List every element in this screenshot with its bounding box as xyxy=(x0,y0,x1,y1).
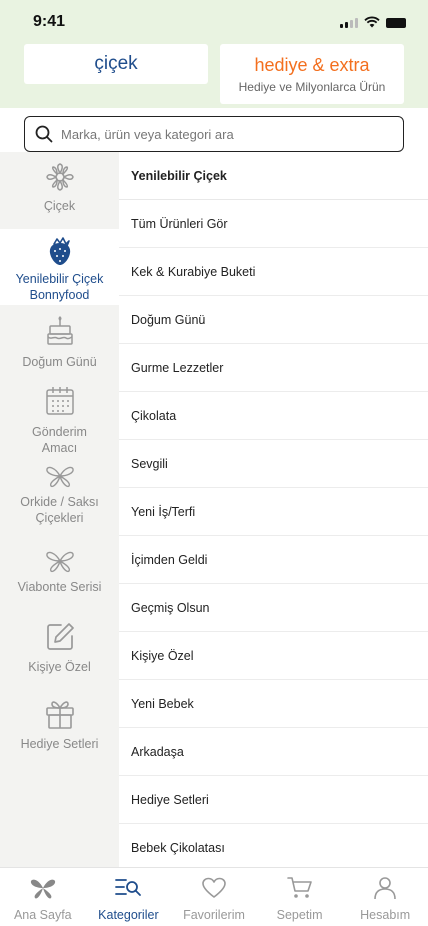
rail-item-label: Hediye Setleri xyxy=(20,737,99,751)
rail-item-viabonte-serisi[interactable]: Viabonte Serisi xyxy=(0,548,119,600)
list-item[interactable]: Tüm Ürünleri Gör xyxy=(119,200,428,248)
list-item[interactable]: Bebek Çikolatası xyxy=(119,824,428,867)
calendar-icon xyxy=(45,387,74,415)
nav-hesabim[interactable]: Hesabım xyxy=(342,868,428,926)
rail-item-orkide-saksi[interactable]: Orkide / Saksı Çiçekleri xyxy=(0,463,119,531)
list-item[interactable]: Kişiye Özel xyxy=(119,632,428,680)
list-item[interactable]: Kek & Kurabiye Buketi xyxy=(119,248,428,296)
nav-label: Hesabım xyxy=(360,908,411,922)
rail-item-label: Doğum Günü xyxy=(22,355,97,369)
heart-icon xyxy=(202,877,226,898)
top-tabs: çiçek hediye & extra Hediye ve Milyonlar… xyxy=(0,44,428,108)
rail-item-yenilebilir-cicek[interactable]: Yenilebilir Çiçek Bonnyfood xyxy=(0,229,119,305)
home-flower-icon xyxy=(30,879,55,899)
status-bar: 9:41 xyxy=(0,0,428,44)
nav-label: Sepetim xyxy=(276,908,323,922)
list-item[interactable]: Hediye Setleri xyxy=(119,776,428,824)
category-rail: Çiçek Yenilebilir Çiçek Bonnyfood Doğum … xyxy=(0,152,119,867)
orchid-icon xyxy=(45,466,74,488)
search-bar xyxy=(0,108,428,152)
rail-item-label: Yenilebilir Çiçek Bonnyfood xyxy=(15,272,104,302)
rail-item-kisiye-ozel[interactable]: Kişiye Özel xyxy=(0,622,119,678)
status-time: 9:41 xyxy=(33,13,66,30)
tab-hediye-extra[interactable]: hediye & extra Hediye ve Milyonlarca Ürü… xyxy=(220,44,404,104)
gift-icon xyxy=(45,701,74,729)
butterfly-icon xyxy=(45,551,74,573)
rail-item-label: Gönderim Amacı xyxy=(32,425,87,455)
rail-item-cicek[interactable]: Çiçek xyxy=(0,162,119,228)
nav-sepetim[interactable]: Sepetim xyxy=(257,868,343,926)
search-icon xyxy=(35,125,53,143)
subcategory-list: Yenilebilir Çiçek Tüm Ürünleri Gör Kek &… xyxy=(119,152,428,867)
rail-item-label: Kişiye Özel xyxy=(28,660,91,674)
edit-icon xyxy=(46,623,74,650)
bottom-nav: Ana Sayfa Kategoriler Favorilerim Sepeti… xyxy=(0,867,428,926)
nav-favorilerim[interactable]: Favorilerim xyxy=(171,868,257,926)
tab-cicek[interactable]: çiçek xyxy=(24,44,208,84)
list-item[interactable]: Geçmiş Olsun xyxy=(119,584,428,632)
wifi-icon xyxy=(364,16,380,28)
cart-icon xyxy=(286,877,312,898)
nav-ana-sayfa[interactable]: Ana Sayfa xyxy=(0,868,86,926)
rail-item-label: Orkide / Saksı Çiçekleri xyxy=(20,495,99,525)
tab-hediye-subtitle: Hediye ve Milyonlarca Ürün xyxy=(238,80,386,94)
tab-hediye-title: hediye & extra xyxy=(254,55,370,75)
search-box[interactable] xyxy=(24,116,404,152)
user-icon xyxy=(374,877,396,900)
nav-label: Kategoriler xyxy=(98,908,159,922)
list-item[interactable]: Çikolata xyxy=(119,392,428,440)
list-item[interactable]: Yeni Bebek xyxy=(119,680,428,728)
list-item[interactable]: Yeni İş/Terfi xyxy=(119,488,428,536)
rail-item-hediye-setleri[interactable]: Hediye Setleri xyxy=(0,698,119,754)
nav-kategoriler[interactable]: Kategoriler xyxy=(86,868,172,926)
list-item[interactable]: Arkadaşa xyxy=(119,728,428,776)
flower-icon xyxy=(45,163,74,191)
list-item[interactable]: İçimden Geldi xyxy=(119,536,428,584)
tab-cicek-label: çiçek xyxy=(94,53,138,74)
battery-icon xyxy=(386,18,406,28)
list-item[interactable]: Sevgili xyxy=(119,440,428,488)
subcategory-heading: Yenilebilir Çiçek xyxy=(119,152,428,200)
cellular-signal-icon xyxy=(340,18,358,28)
strawberry-icon xyxy=(49,237,70,265)
nav-label: Ana Sayfa xyxy=(13,908,72,922)
cake-icon xyxy=(46,316,73,345)
status-icons xyxy=(340,16,406,28)
list-item[interactable]: Gurme Lezzetler xyxy=(119,344,428,392)
rail-item-gonderim-amaci[interactable]: Gönderim Amacı xyxy=(0,386,119,456)
search-input[interactable] xyxy=(61,126,381,142)
rail-item-label: Viabonte Serisi xyxy=(17,580,102,594)
rail-item-dogum-gunu[interactable]: Doğum Günü xyxy=(0,316,119,374)
nav-label: Favorilerim xyxy=(183,908,245,922)
list-item[interactable]: Doğum Günü xyxy=(119,296,428,344)
rail-item-label: Çiçek xyxy=(43,199,76,213)
categories-icon xyxy=(115,879,142,896)
